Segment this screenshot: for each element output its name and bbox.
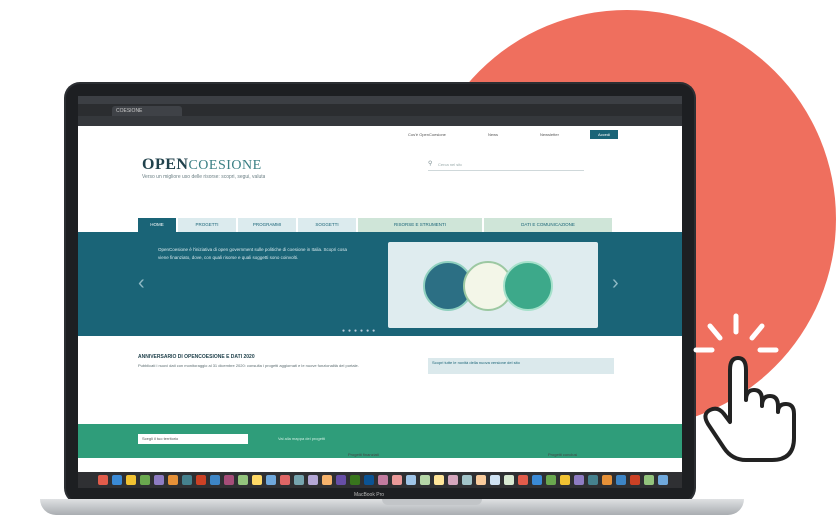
nav-item-programmi[interactable]: PROGRAMMI (238, 218, 296, 232)
browser-screen: COESIONE Cos'è OpenCoesione News Newslet… (78, 96, 682, 488)
login-button[interactable]: Accedi (590, 130, 618, 139)
site-logo[interactable]: OPENCOESIONE (142, 156, 262, 174)
browser-tabbar: COESIONE (78, 104, 682, 116)
hero-diagram (388, 242, 598, 328)
pointer-hand-icon (693, 313, 796, 462)
carousel-prev-icon[interactable]: ‹ (138, 272, 145, 295)
section-title-left: Progetti finanziati (348, 452, 379, 457)
browser-tab[interactable]: COESIONE (112, 106, 182, 116)
click-ray (707, 323, 723, 341)
logo-bold: OPEN (142, 156, 189, 173)
os-menubar (78, 96, 682, 104)
territory-band: Scegli il tuo territorio Vai alla mappa … (78, 424, 682, 458)
laptop-notch (382, 499, 482, 505)
site-header: Cos'è OpenCoesione News Newsletter Acced… (78, 126, 682, 196)
nav-item-soggetti[interactable]: SOGGETTI (298, 218, 356, 232)
hand-shape (703, 356, 796, 462)
info-text: Pubblicati i nuovi dati con monitoraggio… (138, 363, 359, 368)
hero-text: OpenCoesione è l'iniziativa di open gove… (158, 247, 347, 260)
dock-icons[interactable] (78, 472, 682, 488)
nav-item-risorse[interactable]: RISORSE E STRUMENTI (358, 218, 482, 232)
search-placeholder: Cerca nel sito (438, 162, 463, 167)
laptop-model-label: MacBook Pro (354, 492, 385, 498)
carousel-dots[interactable]: ●●●●●● (342, 328, 378, 334)
site-tagline: Verso un migliore uso delle risorse: sco… (142, 174, 266, 180)
tab-title: COESIONE (116, 108, 143, 114)
logo-rest: COESIONE (188, 158, 262, 173)
nav-item-progetti[interactable]: PROGETTI (178, 218, 236, 232)
click-ray (749, 323, 765, 341)
os-dock (78, 472, 682, 488)
territory-map-link[interactable]: Vai alla mappa dei progetti (278, 436, 325, 441)
utility-link-newsletter[interactable]: Newsletter (540, 132, 559, 137)
search-input[interactable]: ⚲ Cerca nel sito (428, 160, 584, 171)
section-title-right: Progetti conclusi (548, 452, 578, 457)
main-nav: HOME PROGETTI PROGRAMMI SOGGETTI RISORSE… (138, 218, 612, 232)
hero-carousel: ‹ OpenCoesione è l'iniziativa di open go… (78, 232, 682, 336)
venn-diagram (423, 261, 553, 311)
territory-select[interactable]: Scegli il tuo territorio (138, 434, 248, 444)
diagram-circle-right (503, 261, 553, 311)
info-title: ANNIVERSARIO DI OPENCOESIONE E DATI 2020 (138, 354, 255, 360)
utility-link-about[interactable]: Cos'è OpenCoesione (408, 132, 446, 137)
info-section: ANNIVERSARIO DI OPENCOESIONE E DATI 2020… (78, 336, 682, 424)
carousel-next-icon[interactable]: › (612, 272, 619, 295)
address-bar[interactable] (78, 116, 682, 126)
search-icon[interactable]: ⚲ (428, 160, 432, 167)
info-box-link[interactable]: Scopri tutte le novità della nuova versi… (428, 358, 614, 374)
nav-item-home[interactable]: HOME (138, 218, 176, 232)
laptop-base (40, 499, 744, 515)
utility-link-news[interactable]: News (488, 132, 498, 137)
nav-item-dati[interactable]: DATI E COMUNICAZIONE (484, 218, 612, 232)
